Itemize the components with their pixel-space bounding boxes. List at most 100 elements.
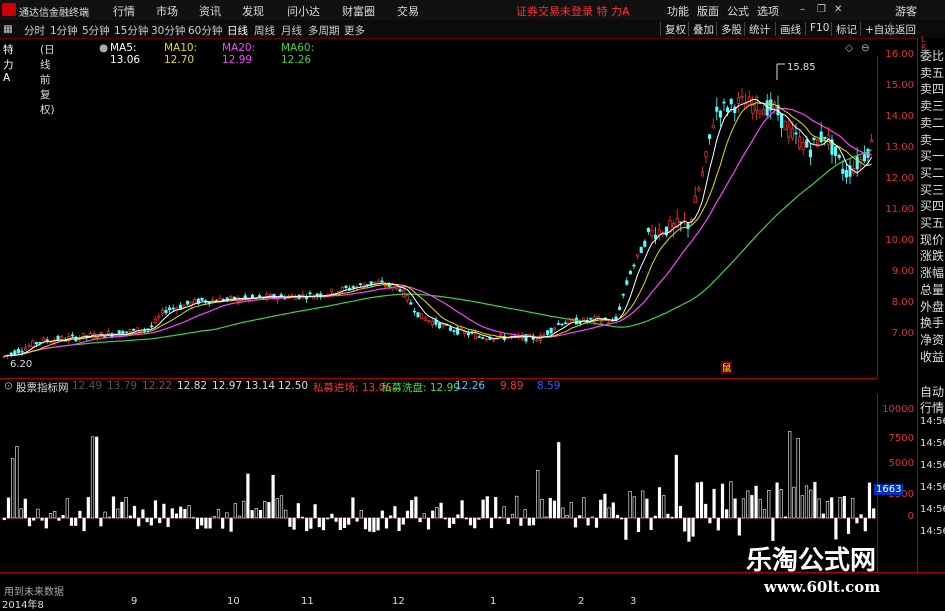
indicator-bar — [267, 502, 271, 519]
settings-icon[interactable]: ● — [99, 42, 108, 54]
close-icon[interactable]: ✕ — [834, 5, 843, 15]
tab-30min[interactable]: 30分钟 — [151, 23, 185, 38]
menu-function[interactable]: 功能 — [667, 3, 689, 19]
tab-weekly[interactable]: 周线 — [254, 23, 275, 38]
draw-button[interactable]: 画线 — [775, 22, 801, 36]
menu-trade[interactable]: 交易 — [397, 3, 419, 19]
menu-ask[interactable]: 问小达 — [287, 3, 320, 19]
candle-body — [427, 319, 431, 323]
menu-discover[interactable]: 发现 — [242, 3, 264, 19]
indicator-bar — [296, 503, 300, 519]
mark-button[interactable]: 标记 — [831, 22, 857, 36]
menu-options[interactable]: 选项 — [757, 3, 779, 19]
panel-item[interactable]: 卖一 — [920, 132, 945, 148]
candle-body — [477, 336, 481, 338]
panel-item[interactable]: 收益 — [920, 349, 945, 365]
expand-icon[interactable]: ◇ — [845, 42, 853, 54]
candle-body — [834, 146, 838, 156]
candle-body — [420, 313, 424, 319]
indicator-bar — [86, 497, 90, 519]
panel-item[interactable]: 买五 — [920, 215, 945, 231]
candle-body — [841, 168, 845, 174]
panel-item[interactable]: 卖五 — [920, 65, 945, 81]
candle-body — [430, 320, 434, 326]
y-tick-7: 7.00 — [891, 328, 914, 339]
panel-auto[interactable]: 自动 — [920, 384, 945, 400]
indicator-bar — [426, 517, 431, 530]
candlestick-chart[interactable]: 15.85 6.20 鼠 — [0, 56, 877, 378]
candle-body — [783, 120, 787, 131]
high-price-label: 15.85 — [787, 62, 816, 73]
menu-market[interactable]: 市场 — [156, 3, 178, 19]
tab-15min[interactable]: 15分钟 — [114, 23, 148, 38]
indicator-bar — [410, 500, 414, 519]
indicator-bars — [2, 431, 876, 542]
tab-multi-period[interactable]: 多周期 — [308, 23, 340, 38]
tab-daily[interactable]: 日线 — [227, 23, 248, 38]
candle-body — [736, 97, 740, 104]
stats-button[interactable]: 统计 — [744, 22, 770, 36]
panel-item[interactable]: 买四 — [920, 198, 945, 214]
guest-label[interactable]: 游客 — [895, 3, 917, 19]
indicator-bar — [439, 502, 443, 519]
indicator-bar — [771, 517, 775, 541]
indicator-bar — [40, 517, 44, 521]
panel-item[interactable]: 外盘 — [920, 299, 945, 315]
panel-item[interactable]: 换手 — [920, 315, 945, 331]
adjust-button[interactable]: 复权 — [660, 22, 686, 36]
menu-news[interactable]: 资讯 — [199, 3, 221, 19]
candle-body — [805, 139, 809, 148]
indicator-bar — [212, 516, 216, 519]
app-name: 通达信金融终端 — [19, 8, 89, 19]
panel-item[interactable]: 买二 — [920, 165, 945, 181]
candle-body — [279, 294, 283, 297]
back-button[interactable]: 返回 — [890, 22, 916, 36]
indicator-bar — [254, 507, 258, 519]
indicator-icon[interactable]: ⊙ — [4, 380, 13, 392]
panel-item[interactable]: 卖二 — [920, 115, 945, 131]
indicator-name[interactable]: 股票指标网 — [16, 380, 69, 395]
candle-body — [441, 323, 445, 327]
indicator-bar — [69, 517, 74, 526]
panel-item[interactable]: 现价 — [920, 232, 945, 248]
panel-item[interactable]: 买一 — [920, 148, 945, 164]
menu-layout[interactable]: 版面 — [697, 3, 719, 19]
panel-item[interactable]: 委比 — [920, 48, 945, 64]
menu-wealth[interactable]: 财富圈 — [342, 3, 375, 19]
panel-item[interactable]: 涨幅 — [920, 265, 945, 281]
minimize-icon[interactable]: – — [800, 5, 809, 15]
panel-item[interactable]: 买三 — [920, 182, 945, 198]
panel-item[interactable]: 涨跌 — [920, 248, 945, 264]
indicator-bar — [216, 508, 221, 519]
candle-body — [474, 333, 478, 339]
indicator-bar — [670, 516, 674, 519]
tab-monthly[interactable]: 月线 — [281, 23, 302, 38]
tab-intraday[interactable]: 分时 — [24, 23, 45, 38]
multi-stock-button[interactable]: 多股 — [716, 22, 742, 36]
indicator-bar — [414, 496, 418, 519]
panel-item[interactable]: 卖四 — [920, 81, 945, 97]
menu-formula[interactable]: 公式 — [727, 3, 749, 19]
candle-body — [412, 310, 416, 313]
tab-more[interactable]: 更多 — [344, 23, 365, 38]
menu-quotes[interactable]: 行情 — [113, 3, 135, 19]
panel-item[interactable]: 净资 — [920, 332, 945, 348]
y-tick-15: 15.00 — [885, 80, 914, 91]
indicator-bar — [754, 485, 758, 519]
candle-body — [859, 159, 863, 163]
indicator-bar — [158, 517, 162, 524]
tab-5min[interactable]: 5分钟 — [82, 23, 110, 38]
f10-button[interactable]: F10 — [805, 22, 829, 36]
indicator-bar — [515, 495, 519, 519]
indicator-bar — [687, 517, 691, 542]
tab-1min[interactable]: 1分钟 — [50, 23, 78, 38]
restore-icon[interactable]: ❐ — [817, 5, 826, 15]
grid-icon[interactable]: ▦ — [3, 23, 13, 35]
panel-item[interactable]: 总量 — [920, 282, 945, 298]
zoom-out-icon[interactable]: ⊖ — [861, 42, 870, 54]
tab-60min[interactable]: 60分钟 — [188, 23, 222, 38]
indicator-bar — [372, 517, 376, 533]
overlay-button[interactable]: 叠加 — [688, 22, 714, 36]
panel-item[interactable]: 卖三 — [920, 98, 945, 114]
date-tick-4: 11 — [301, 596, 314, 607]
